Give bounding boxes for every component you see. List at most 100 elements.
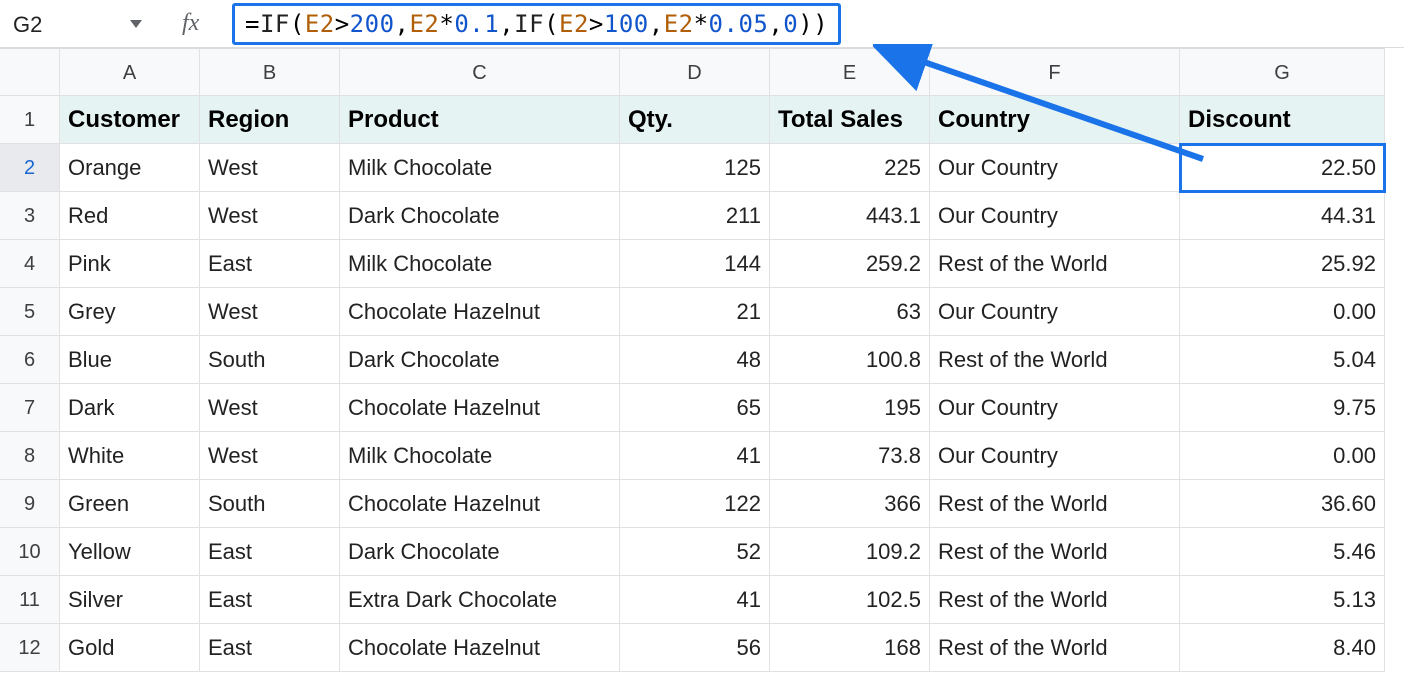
cell-B10[interactable]: East [200,528,340,576]
cell-E6[interactable]: 100.8 [770,336,930,384]
cell-G6[interactable]: 5.04 [1180,336,1385,384]
cell-C6[interactable]: Dark Chocolate [340,336,620,384]
cell-F12[interactable]: Rest of the World [930,624,1180,672]
row-header-2[interactable]: 2 [0,144,60,192]
cell-F6[interactable]: Rest of the World [930,336,1180,384]
cell-B9[interactable]: South [200,480,340,528]
row-header-12[interactable]: 12 [0,624,60,672]
cell-F5[interactable]: Our Country [930,288,1180,336]
cell-G8[interactable]: 0.00 [1180,432,1385,480]
row-header-11[interactable]: 11 [0,576,60,624]
row-header-4[interactable]: 4 [0,240,60,288]
cell-G12[interactable]: 8.40 [1180,624,1385,672]
cell-A9[interactable]: Green [60,480,200,528]
cell-B4[interactable]: East [200,240,340,288]
cell-D2[interactable]: 125 [620,144,770,192]
cell-F3[interactable]: Our Country [930,192,1180,240]
cell-G4[interactable]: 25.92 [1180,240,1385,288]
spreadsheet-grid[interactable]: ABCDEFG1CustomerRegionProductQty.Total S… [0,48,1404,672]
row-header-8[interactable]: 8 [0,432,60,480]
cell-F7[interactable]: Our Country [930,384,1180,432]
row-header-7[interactable]: 7 [0,384,60,432]
cell-E4[interactable]: 259.2 [770,240,930,288]
row-header-3[interactable]: 3 [0,192,60,240]
cell-C2[interactable]: Milk Chocolate [340,144,620,192]
cell-A5[interactable]: Grey [60,288,200,336]
cell-C4[interactable]: Milk Chocolate [340,240,620,288]
cell-F10[interactable]: Rest of the World [930,528,1180,576]
cell-D11[interactable]: 41 [620,576,770,624]
table-header-B[interactable]: Region [200,96,340,144]
cell-D9[interactable]: 122 [620,480,770,528]
table-header-G[interactable]: Discount [1180,96,1385,144]
cell-G5[interactable]: 0.00 [1180,288,1385,336]
cell-G7[interactable]: 9.75 [1180,384,1385,432]
cell-G3[interactable]: 44.31 [1180,192,1385,240]
cell-F8[interactable]: Our Country [930,432,1180,480]
cell-A11[interactable]: Silver [60,576,200,624]
cell-D10[interactable]: 52 [620,528,770,576]
cell-C7[interactable]: Chocolate Hazelnut [340,384,620,432]
column-header-E[interactable]: E [770,48,930,96]
row-header-1[interactable]: 1 [0,96,60,144]
cell-C5[interactable]: Chocolate Hazelnut [340,288,620,336]
cell-D12[interactable]: 56 [620,624,770,672]
cell-C12[interactable]: Chocolate Hazelnut [340,624,620,672]
column-header-D[interactable]: D [620,48,770,96]
row-header-6[interactable]: 6 [0,336,60,384]
column-header-C[interactable]: C [340,48,620,96]
cell-B11[interactable]: East [200,576,340,624]
table-header-F[interactable]: Country [930,96,1180,144]
cell-C8[interactable]: Milk Chocolate [340,432,620,480]
cell-E12[interactable]: 168 [770,624,930,672]
cell-A3[interactable]: Red [60,192,200,240]
column-header-B[interactable]: B [200,48,340,96]
cell-E10[interactable]: 109.2 [770,528,930,576]
table-header-E[interactable]: Total Sales [770,96,930,144]
column-header-G[interactable]: G [1180,48,1385,96]
cell-F4[interactable]: Rest of the World [930,240,1180,288]
cell-E2[interactable]: 225 [770,144,930,192]
table-header-D[interactable]: Qty. [620,96,770,144]
cell-A6[interactable]: Blue [60,336,200,384]
cell-F11[interactable]: Rest of the World [930,576,1180,624]
row-header-9[interactable]: 9 [0,480,60,528]
cell-G10[interactable]: 5.46 [1180,528,1385,576]
cell-D3[interactable]: 211 [620,192,770,240]
cell-B12[interactable]: East [200,624,340,672]
cell-A8[interactable]: White [60,432,200,480]
cell-F2[interactable]: Our Country [930,144,1180,192]
cell-B2[interactable]: West [200,144,340,192]
cell-D5[interactable]: 21 [620,288,770,336]
cell-E9[interactable]: 366 [770,480,930,528]
cell-B5[interactable]: West [200,288,340,336]
name-box-caret-icon[interactable] [130,20,142,28]
cell-B8[interactable]: West [200,432,340,480]
cell-A2[interactable]: Orange [60,144,200,192]
cell-D7[interactable]: 65 [620,384,770,432]
cell-C10[interactable]: Dark Chocolate [340,528,620,576]
cell-D8[interactable]: 41 [620,432,770,480]
column-header-A[interactable]: A [60,48,200,96]
cell-E11[interactable]: 102.5 [770,576,930,624]
cell-E7[interactable]: 195 [770,384,930,432]
table-header-A[interactable]: Customer [60,96,200,144]
cell-C11[interactable]: Extra Dark Chocolate [340,576,620,624]
cell-B7[interactable]: West [200,384,340,432]
cell-E3[interactable]: 443.1 [770,192,930,240]
cell-E8[interactable]: 73.8 [770,432,930,480]
cell-A10[interactable]: Yellow [60,528,200,576]
table-header-C[interactable]: Product [340,96,620,144]
cell-G11[interactable]: 5.13 [1180,576,1385,624]
cell-F9[interactable]: Rest of the World [930,480,1180,528]
cell-A7[interactable]: Dark [60,384,200,432]
cell-G9[interactable]: 36.60 [1180,480,1385,528]
cell-D4[interactable]: 144 [620,240,770,288]
row-header-5[interactable]: 5 [0,288,60,336]
row-header-10[interactable]: 10 [0,528,60,576]
cell-C9[interactable]: Chocolate Hazelnut [340,480,620,528]
select-all-corner[interactable] [0,48,60,96]
cell-A4[interactable]: Pink [60,240,200,288]
cell-B6[interactable]: South [200,336,340,384]
formula-input[interactable]: =IF(E2>200,E2*0.1,IF(E2>100,E2*0.05,0)) [232,3,841,45]
